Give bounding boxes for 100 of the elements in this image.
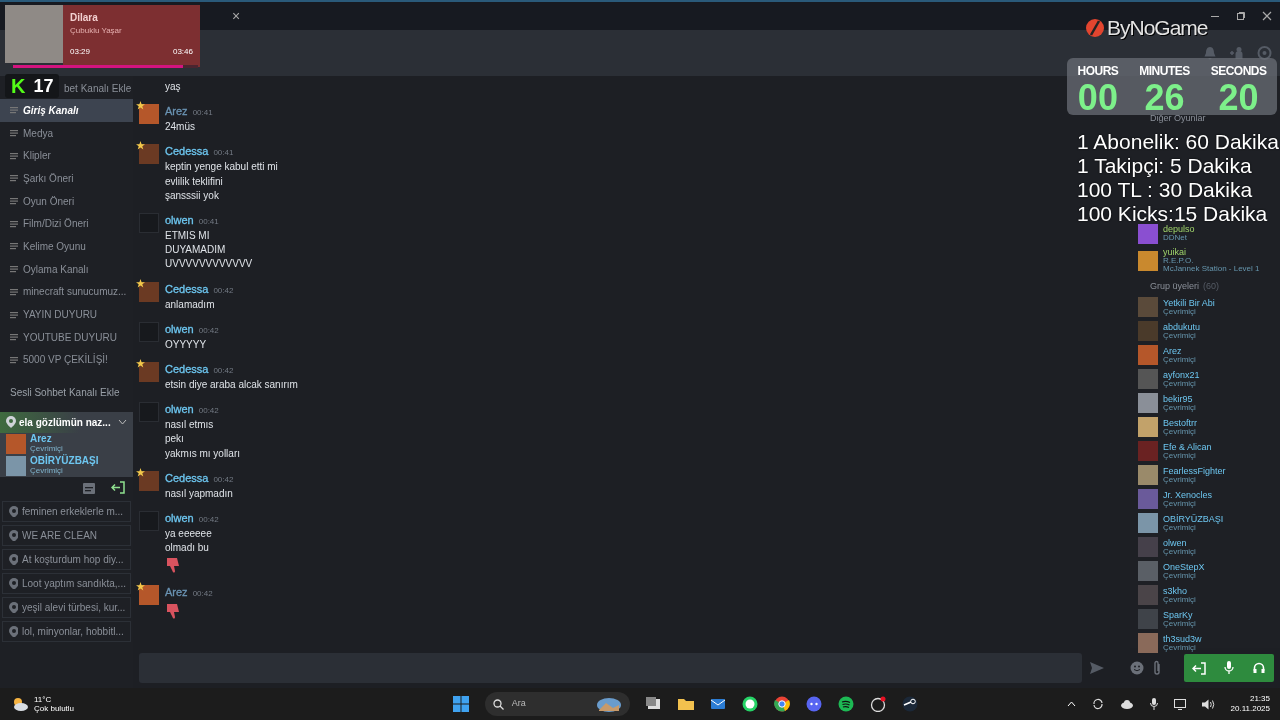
folder-icon[interactable]: [677, 696, 694, 712]
section-heading: Grup üyeleri: [1150, 279, 1200, 293]
author-name[interactable]: olwen: [165, 214, 194, 226]
author-name[interactable]: olwen: [165, 512, 194, 525]
author-name[interactable]: Arez: [165, 586, 188, 599]
text-lines-icon: [10, 219, 18, 228]
mail-icon[interactable]: [709, 696, 726, 712]
member-status: Çevrimiçi: [1163, 355, 1196, 364]
member-status: Çevrimiçi: [1163, 571, 1196, 580]
chevron-icon[interactable]: [118, 419, 127, 426]
overlay-text: 100 Kicks:15 Dakika: [1077, 202, 1269, 225]
member-name[interactable]: Bestoftrr: [1163, 418, 1197, 428]
restore-icon[interactable]: [1236, 11, 1246, 21]
member-name[interactable]: SparKy: [1163, 610, 1196, 620]
clock-date[interactable]: 20.11.2025: [1230, 704, 1270, 714]
author-name[interactable]: Cedessa: [165, 282, 209, 295]
voice-channel-item[interactable]: At koşturdum hop diy...: [2, 548, 131, 570]
text-lines-icon: [10, 151, 18, 160]
microphone-icon[interactable]: [1149, 698, 1158, 710]
member-name[interactable]: th3sud3w: [1163, 634, 1202, 644]
send-icon[interactable]: [1090, 662, 1104, 674]
member-name[interactable]: olwen: [1163, 538, 1196, 548]
member-name[interactable]: yuikai: [1163, 248, 1260, 257]
voice-channel-item[interactable]: feminen erkeklerle m...: [2, 500, 131, 522]
window-icon[interactable]: [645, 696, 662, 712]
message-time: 00:42: [213, 474, 234, 484]
author-name[interactable]: Arez: [165, 105, 188, 118]
member-name[interactable]: OBİRYÜZBAŞI: [1163, 514, 1224, 524]
channel-item[interactable]: Klipler: [0, 144, 133, 168]
calendar-icon[interactable]: [83, 480, 95, 494]
add-channel-link[interactable]: bet Kanalı Ekle: [62, 77, 133, 99]
member-name[interactable]: Jr. Xenocles: [1163, 490, 1213, 500]
channel-item[interactable]: Giriş Kanalı: [0, 99, 133, 122]
chat-bubble-icon[interactable]: [1257, 45, 1272, 61]
channel-item[interactable]: 5000 VP ÇEKİLİŞİ!: [0, 348, 133, 372]
leave-icon[interactable]: [111, 480, 125, 494]
text-lines-icon: [10, 242, 18, 251]
paperclip-icon[interactable]: [1152, 660, 1162, 676]
author-name[interactable]: Cedessa: [165, 145, 209, 158]
author-name[interactable]: Cedessa: [165, 471, 209, 484]
member-name[interactable]: Yetkili Bir Abi: [1163, 298, 1215, 308]
add-voice-channel-link[interactable]: Sesli Sohbet Kanalı Ekle: [0, 381, 133, 404]
voice-channel-item[interactable]: Loot yaptım sandıkta,...: [2, 572, 131, 594]
voice-channel-item[interactable]: yeşil alevi türbesi, kur...: [2, 596, 131, 618]
search-icon: [492, 698, 504, 710]
member-status: R.E.P.O.: [1163, 257, 1195, 265]
channel-item[interactable]: Oyun Öneri: [0, 189, 133, 213]
member-name[interactable]: depulso: [1163, 225, 1195, 234]
message-time: 00:42: [198, 406, 219, 416]
member-status: Çevrimiçi: [1163, 643, 1197, 652]
cloud-icon[interactable]: [1119, 699, 1134, 709]
message-time: 00:41: [192, 108, 213, 118]
author-name[interactable]: olwen: [165, 403, 194, 416]
monitor-icon[interactable]: [1173, 698, 1186, 710]
landscape-icon: [595, 696, 622, 712]
text-lines-icon: [10, 174, 18, 183]
temperature-text: 11°C: [34, 694, 53, 704]
chevron-up-icon[interactable]: [1066, 701, 1076, 707]
overlay-text: 1 Abonelik: 60 Dakika: [1077, 130, 1279, 154]
smiley-icon[interactable]: [1130, 661, 1144, 675]
channel-item[interactable]: Film/Dizi Öneri: [0, 212, 133, 236]
avatar: [1138, 369, 1158, 389]
voice-channel-item[interactable]: lol, minyonlar, hobbitl...: [2, 620, 131, 642]
channel-item[interactable]: Şarkı Öneri: [0, 167, 133, 190]
timer-label: MINUTES: [1139, 63, 1190, 80]
sync-icon[interactable]: [1091, 698, 1104, 710]
channel-item[interactable]: YOUTUBE DUYURU: [0, 325, 133, 349]
member-status: Çevrimiçi: [1163, 499, 1197, 508]
message-text: nasıl yapmadın: [165, 486, 234, 501]
brand-logo-text: ByNoGame: [1107, 15, 1208, 41]
author-name[interactable]: olwen: [165, 322, 194, 335]
ring-icon[interactable]: [773, 696, 790, 712]
channel-item[interactable]: minecraft sunucumuz...: [0, 280, 133, 304]
channel-item[interactable]: Kelime Oyunu: [0, 235, 133, 258]
close-tab-button[interactable]: ×: [232, 5, 241, 27]
message-text: DUYAMADIM: [165, 243, 227, 258]
member-name[interactable]: bekir95: [1163, 394, 1196, 404]
member-name[interactable]: FearlessFighter: [1163, 466, 1226, 476]
wave-icon[interactable]: [837, 696, 854, 712]
voice-channel-item[interactable]: WE ARE CLEAN: [2, 524, 131, 546]
avatar: [1138, 465, 1158, 485]
message-text: olmadı bu: [165, 541, 210, 556]
search-field[interactable]: Ara: [484, 692, 630, 716]
avatar: [6, 455, 26, 476]
member-name[interactable]: ayfonx21: [1163, 370, 1200, 380]
clock-time[interactable]: 21:35: [1230, 694, 1270, 704]
channel-item[interactable]: YAYIN DUYURU: [0, 303, 133, 326]
author-name[interactable]: Cedessa: [165, 363, 209, 376]
member-name[interactable]: Efe & Alican: [1163, 442, 1212, 452]
member-status: Çevrimiçi: [1163, 523, 1196, 532]
speaker-icon[interactable]: [1201, 698, 1215, 710]
member-name[interactable]: Arez: [1163, 346, 1196, 356]
member-name[interactable]: OneStepX: [1163, 562, 1205, 572]
member-name[interactable]: s3kho: [1163, 586, 1196, 596]
channel-item[interactable]: Medya: [0, 121, 133, 145]
windows-logo-icon[interactable]: [452, 696, 469, 712]
member-name[interactable]: abdukutu: [1163, 322, 1201, 332]
song-title: Dilara: [70, 11, 99, 25]
channel-item[interactable]: Oylama Kanalı: [0, 257, 133, 281]
close-icon[interactable]: [1262, 11, 1272, 21]
